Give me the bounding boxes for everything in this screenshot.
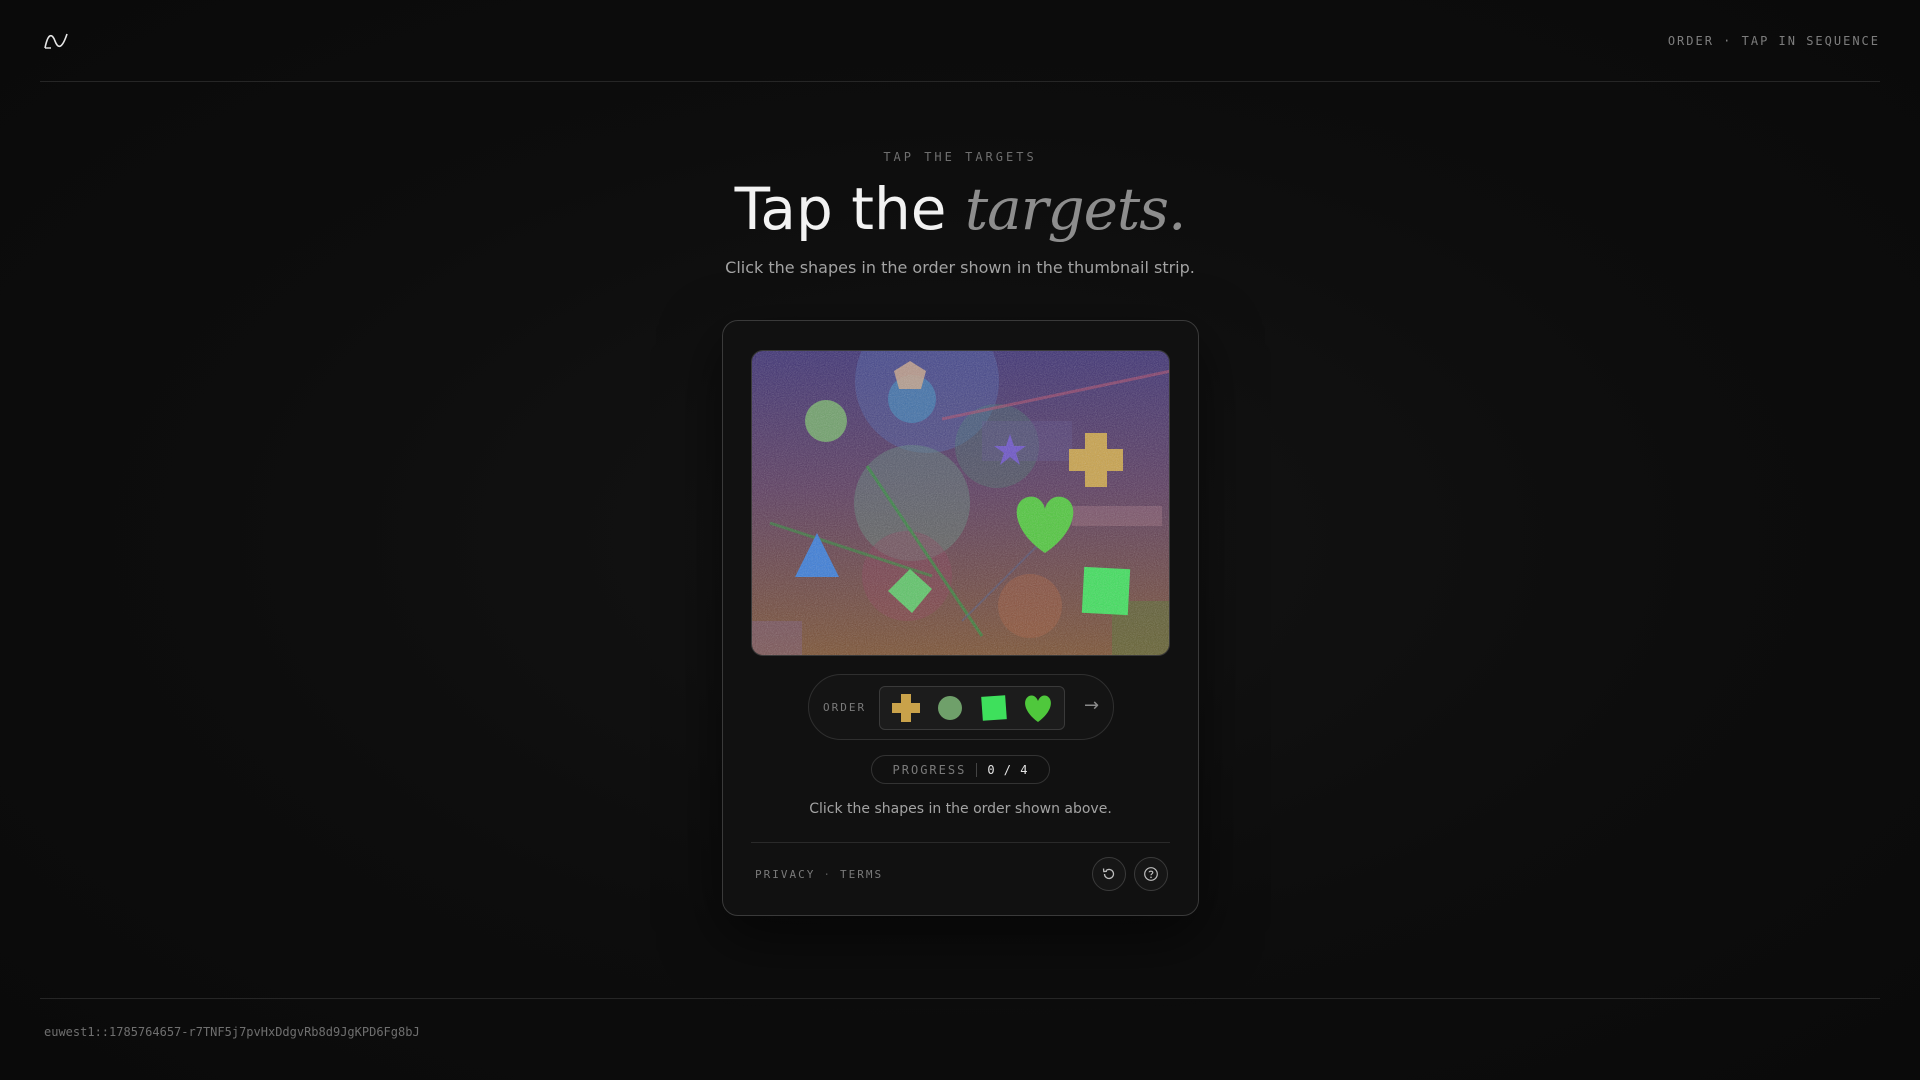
page-title: Tap the targets. — [0, 175, 1920, 243]
progress-value: 0 / 4 — [987, 762, 1029, 777]
heart-thumb-icon — [1025, 695, 1051, 722]
refresh-icon — [1102, 868, 1115, 880]
progress-indicator: PROGRESS 0 / 4 — [871, 755, 1050, 784]
order-thumb-3 — [975, 689, 1013, 727]
bottom-bar — [40, 998, 1880, 999]
session-id: euwest1::1785764657-r7TNF5j7pvHxDdgvRb8d… — [44, 1025, 420, 1039]
cross-thumb-icon — [892, 694, 920, 722]
refresh-button[interactable] — [1092, 857, 1126, 891]
page-subtitle: Click the shapes in the order shown in t… — [725, 257, 1195, 277]
wave-logo-icon — [44, 33, 68, 49]
order-thumb-2 — [931, 689, 969, 727]
divider — [751, 842, 1170, 843]
footer-links: PRIVACY · TERMS — [755, 868, 883, 881]
square-thumb-icon — [981, 695, 1007, 721]
order-label: ORDER — [823, 701, 867, 714]
noise-overlay — [752, 351, 1169, 655]
help-button[interactable] — [1134, 857, 1168, 891]
instruction-hint: Click the shapes in the order shown abov… — [809, 801, 1112, 817]
circle-thumb-icon — [938, 696, 962, 720]
challenge-card: ORDER → PROGRESS 0 / 4 Click the shapes … — [722, 320, 1199, 916]
order-thumbnails — [879, 686, 1065, 730]
mode-label: ORDER · TAP IN SEQUENCE — [1667, 33, 1880, 48]
progress-label: PROGRESS — [893, 762, 978, 777]
privacy-link[interactable]: PRIVACY — [755, 868, 815, 881]
link-separator: · — [823, 868, 832, 881]
arrow-right-icon: → — [1084, 695, 1100, 716]
help-icon — [1144, 867, 1158, 881]
top-bar: ORDER · TAP IN SEQUENCE — [40, 0, 1880, 82]
order-strip: ORDER → — [808, 674, 1114, 740]
puzzle-canvas[interactable] — [751, 350, 1170, 656]
eyebrow: TAP THE TARGETS — [883, 150, 1037, 164]
title-main: Tap the — [734, 175, 965, 243]
hero: TAP THE TARGETS Tap the targets. Click t… — [0, 150, 1920, 277]
order-thumb-1 — [887, 689, 925, 727]
terms-link[interactable]: TERMS — [840, 868, 883, 881]
title-accent: targets. — [964, 175, 1187, 243]
order-thumb-4 — [1019, 689, 1057, 727]
